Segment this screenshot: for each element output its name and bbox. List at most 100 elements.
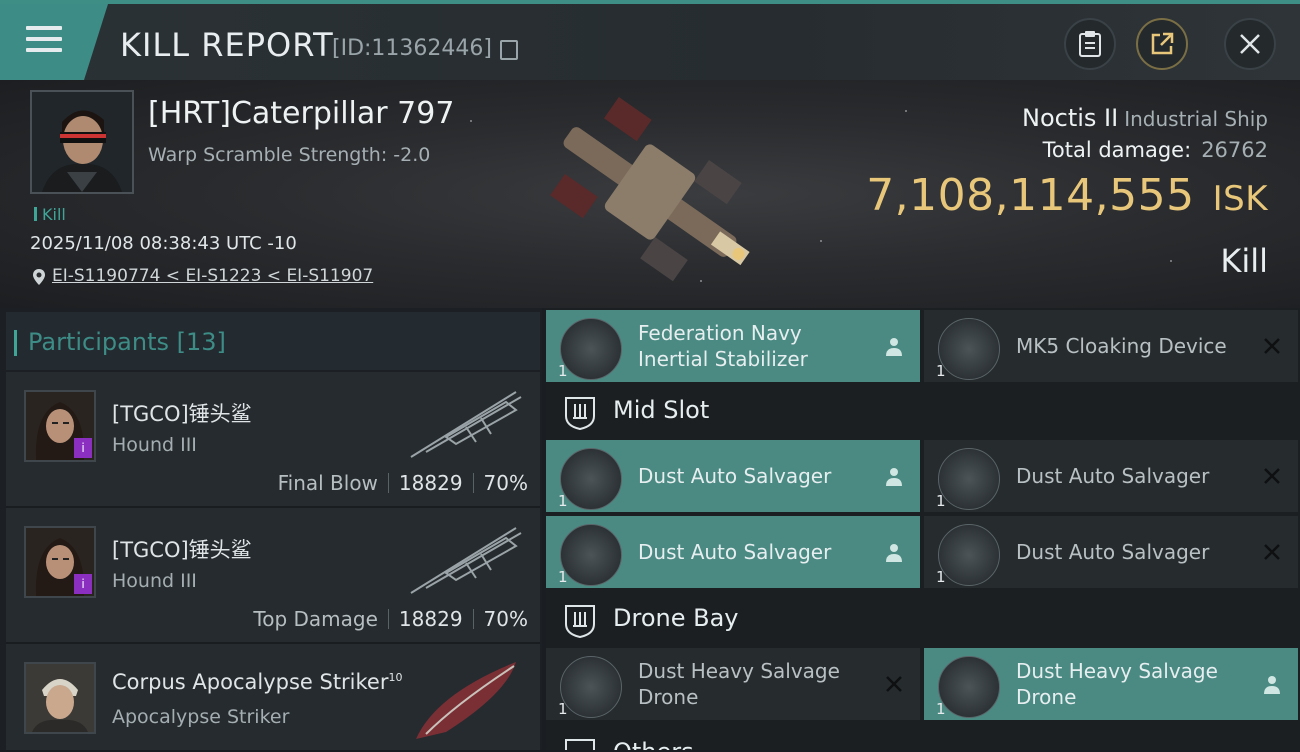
participant-ship-icon	[410, 391, 522, 458]
location-pin-icon	[33, 269, 45, 285]
participant-damage: 18829	[398, 471, 463, 495]
module-name-line2: Inertial Stabilizer	[638, 347, 808, 371]
close-icon[interactable]	[1260, 540, 1284, 564]
module-slot[interactable]: 1 Dust Auto Salvager	[924, 516, 1298, 588]
isk-unit: ISK	[1212, 179, 1268, 219]
participant-stats: Top Damage 18829 70%	[253, 607, 528, 631]
share-icon	[1151, 32, 1174, 55]
module-qty: 1	[558, 492, 568, 510]
module-slot[interactable]: 1 Dust Auto Salvager	[546, 516, 920, 588]
participant-ship: Apocalypse Striker	[112, 706, 290, 728]
salvager-icon	[938, 448, 1000, 510]
module-name: Dust Auto Salvager	[1016, 540, 1210, 564]
slot-shield-icon	[565, 605, 595, 638]
module-name: Federation Navy Inertial Stabilizer	[638, 310, 868, 382]
participant-ship-icon	[416, 662, 516, 739]
module-name: Dust Auto Salvager	[1016, 464, 1210, 488]
close-icon[interactable]	[1260, 334, 1284, 358]
module-slot[interactable]: 1 Dust Heavy Salvage Drone	[546, 648, 920, 720]
location-link[interactable]: EI-S1190774 < EI-S1223 < EI-S11907	[52, 266, 373, 286]
participants-count: [13]	[176, 328, 226, 356]
module-qty: 1	[558, 700, 568, 718]
participant-badge: i	[74, 438, 92, 458]
module-slot[interactable]: 1 Dust Heavy Salvage Drone	[924, 648, 1298, 720]
others-title: Others	[613, 738, 694, 750]
close-icon[interactable]	[1260, 464, 1284, 488]
person-icon[interactable]	[882, 540, 906, 564]
module-slot[interactable]: 1 Federation Navy Inertial Stabilizer	[546, 310, 920, 382]
participant-portrait: i	[24, 526, 96, 598]
participant-ship: Hound III	[112, 434, 197, 456]
participant-name: [TGCO]锤头鲨	[112, 538, 252, 562]
page-title: KILL REPORT	[120, 26, 334, 64]
participant-name-text: Corpus Apocalypse Striker	[112, 670, 389, 694]
close-icon[interactable]	[882, 672, 906, 696]
report-id: [ID:11362446]	[332, 36, 492, 61]
module-name-line1: Dust Heavy Salvage	[1016, 659, 1218, 683]
share-button[interactable]	[1136, 18, 1188, 70]
isk-amount: 7,108,114,555	[866, 170, 1195, 221]
module-slot[interactable]: 1 MK5 Cloaking Device	[924, 310, 1298, 382]
total-damage-value: 26762	[1201, 138, 1268, 162]
participant-role: Top Damage	[253, 607, 378, 631]
module-name-line2: Drone	[1016, 685, 1077, 709]
isk-value: 7,108,114,555 ISK	[866, 170, 1268, 221]
module-name: Dust Auto Salvager	[638, 540, 832, 564]
others-header: Others	[546, 728, 1300, 750]
participant-row[interactable]: Corpus Apocalypse Striker10 Apocalypse S…	[6, 644, 540, 752]
victim-portrait[interactable]	[30, 90, 134, 194]
menu-button[interactable]	[0, 4, 108, 84]
victim-name[interactable]: [HRT]Caterpillar 797	[148, 96, 454, 131]
participants-header[interactable]: Participants [13]	[6, 312, 540, 370]
module-name-line1: Federation Navy	[638, 321, 802, 345]
total-damage: Total damage: 26762	[1043, 138, 1268, 162]
copy-icon[interactable]	[500, 40, 518, 60]
module-qty: 1	[558, 568, 568, 586]
ship-name: Noctis II	[1022, 104, 1119, 132]
mid-slot-title: Mid Slot	[613, 396, 710, 424]
clipboard-button[interactable]	[1064, 18, 1116, 70]
participant-portrait: i	[24, 390, 96, 462]
participant-portrait	[24, 662, 96, 734]
module-qty: 1	[936, 362, 946, 380]
participants-title: Participants [13]	[14, 328, 226, 356]
cloaking-device-icon	[938, 318, 1000, 380]
victim-summary: [HRT]Caterpillar 797 Warp Scramble Stren…	[0, 80, 1300, 308]
participant-row[interactable]: i [TGCO]锤头鲨 Hound III Top Damage 18829 70%	[6, 508, 540, 644]
module-slot[interactable]: 1 Dust Auto Salvager	[924, 440, 1298, 512]
person-icon[interactable]	[1260, 672, 1284, 696]
module-qty: 1	[936, 492, 946, 510]
salvage-drone-icon	[560, 656, 622, 718]
participant-level: 10	[388, 671, 403, 684]
module-name: MK5 Cloaking Device	[1016, 334, 1227, 358]
ship-icon	[550, 96, 750, 282]
participants-panel: Participants [13] i [TGCO]锤头鲨 Hound III	[0, 308, 542, 752]
kill-tag: Kill	[34, 205, 66, 224]
participant-row[interactable]: i [TGCO]锤头鲨 Hound III Final Blow 18829 70%	[6, 372, 540, 508]
participants-title-text: Participants	[28, 328, 169, 356]
participant-percent: 70%	[483, 471, 528, 495]
module-slot[interactable]: 1 Dust Auto Salvager	[546, 440, 920, 512]
top-bar: KILL REPORT [ID:11362446]	[0, 0, 1300, 80]
ship-type: Noctis II Industrial Ship	[1022, 104, 1268, 132]
module-name: Dust Auto Salvager	[638, 464, 832, 488]
kill-date: 2025/11/08 08:38:43 UTC -10	[30, 233, 297, 254]
participant-ship-icon	[410, 527, 522, 594]
module-name-line2: Drone	[638, 685, 699, 709]
result-label: Kill	[1220, 242, 1268, 280]
fitting-panel: 1 Federation Navy Inertial Stabilizer 1 …	[546, 308, 1300, 750]
slot-shield-icon	[565, 397, 595, 430]
warp-scramble-strength: Warp Scramble Strength: -2.0	[148, 144, 431, 166]
module-qty: 1	[936, 568, 946, 586]
close-icon	[1240, 34, 1260, 54]
drone-bay-header: Drone Bay	[546, 594, 1300, 646]
participant-role: Final Blow	[277, 471, 378, 495]
module-name: Dust Heavy Salvage Drone	[638, 648, 868, 720]
person-icon[interactable]	[882, 464, 906, 488]
pilot-avatar-icon	[32, 92, 132, 192]
person-icon[interactable]	[882, 334, 906, 358]
participant-name: [TGCO]锤头鲨	[112, 402, 252, 426]
salvager-icon	[560, 524, 622, 586]
close-button[interactable]	[1224, 18, 1276, 70]
mid-slot-header: Mid Slot	[546, 386, 1300, 438]
